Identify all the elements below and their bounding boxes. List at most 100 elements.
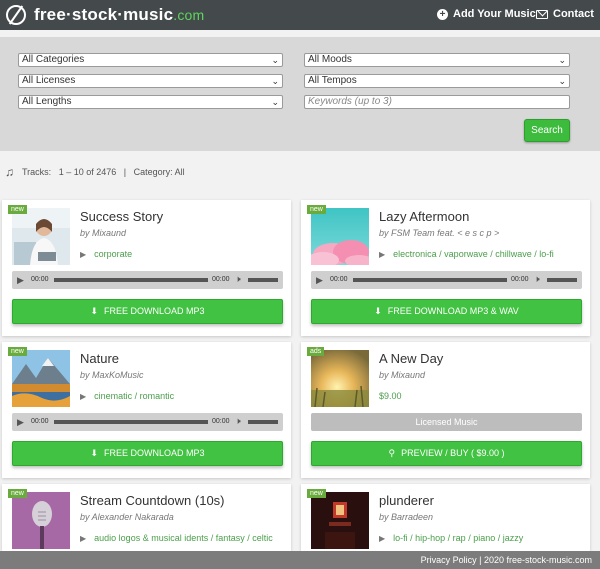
track-thumbnail[interactable] xyxy=(311,208,369,265)
volume-icon[interactable]: 🕨 xyxy=(534,274,540,285)
ads-badge: ads xyxy=(307,347,325,356)
track-artist[interactable]: by Alexander Nakarada xyxy=(80,512,174,522)
play-icon[interactable]: ▶ xyxy=(316,275,323,286)
logo-text: free·stock·music xyxy=(34,5,174,24)
preview-buy-button[interactable]: ⚲ PREVIEW / BUY ( $9.00 ) xyxy=(311,441,582,466)
separator: | xyxy=(123,167,127,177)
track-title[interactable]: A New Day xyxy=(379,351,443,366)
licenses-select-value: All Licenses xyxy=(22,75,76,86)
current-time: 00:00 xyxy=(31,276,49,283)
track-artist[interactable]: by Mixaund xyxy=(80,228,126,238)
track-card: new Success Story by Mixaund ▶ corporate… xyxy=(2,200,291,336)
caret-right-icon: ▶ xyxy=(379,533,386,543)
moods-select-value: All Moods xyxy=(308,54,352,65)
volume-icon[interactable]: 🕨 xyxy=(235,416,241,427)
track-thumbnail[interactable] xyxy=(12,350,70,407)
free-download-button[interactable]: ⬇ FREE DOWNLOAD MP3 xyxy=(12,441,283,466)
track-tags-text[interactable]: corporate xyxy=(94,249,132,259)
footer: Privacy Policy | 2020 free-stock-music.c… xyxy=(0,551,600,569)
volume-slider[interactable] xyxy=(248,420,278,424)
track-info: ♫ Tracks: 1 – 10 of 2476 | Category: All xyxy=(5,165,185,179)
duration: 00:00 xyxy=(511,276,529,283)
free-download-button[interactable]: ⬇ FREE DOWNLOAD MP3 xyxy=(12,299,283,324)
track-tags: ▶ electronica / vaporwave / chillwave / … xyxy=(379,249,554,259)
envelope-icon xyxy=(536,9,548,19)
duration: 00:00 xyxy=(212,276,230,283)
track-card: new plunderer by Barradeen ▶ lo-fi / hip… xyxy=(301,484,590,551)
track-title[interactable]: plunderer xyxy=(379,493,434,508)
download-icon: ⬇ xyxy=(90,306,99,316)
contact-link[interactable]: Contact xyxy=(536,8,594,20)
tempos-select[interactable]: All Tempos ⌄ xyxy=(304,74,570,88)
progress-bar[interactable] xyxy=(54,420,208,424)
volume-slider[interactable] xyxy=(547,278,577,282)
track-thumbnail[interactable] xyxy=(311,350,369,407)
new-badge: new xyxy=(307,489,326,498)
track-artist[interactable]: by Mixaund xyxy=(379,370,425,380)
chevron-down-icon: ⌄ xyxy=(271,55,279,65)
duration: 00:00 xyxy=(212,418,230,425)
download-icon: ⬇ xyxy=(374,306,382,316)
search-icon: ⚲ xyxy=(388,448,396,458)
lengths-select[interactable]: All Lengths ⌄ xyxy=(18,95,283,109)
free-download-button[interactable]: ⬇ FREE DOWNLOAD MP3 & WAV xyxy=(311,299,582,324)
play-icon[interactable]: ▶ xyxy=(17,417,24,428)
track-title[interactable]: Lazy Aftermoon xyxy=(379,209,469,224)
track-thumbnail[interactable] xyxy=(12,208,70,265)
caret-right-icon: ▶ xyxy=(80,533,87,543)
categories-select-value: All Categories xyxy=(22,54,85,65)
track-tags: ▶ lo-fi / hip-hop / rap / piano / jazzy xyxy=(379,533,523,543)
site-logo[interactable]: free·stock·music.com xyxy=(6,4,204,26)
logo-mark-icon xyxy=(6,5,26,25)
lengths-select-value: All Lengths xyxy=(22,96,72,107)
categories-select[interactable]: All Categories ⌄ xyxy=(18,53,283,67)
logo-tld: .com xyxy=(173,7,205,23)
footer-text[interactable]: Privacy Policy | 2020 free-stock-music.c… xyxy=(421,555,592,565)
audio-player[interactable]: ▶ 00:00 00:00 🕨 xyxy=(12,271,283,289)
track-tags-text[interactable]: audio logos & musical idents / fantasy /… xyxy=(94,533,273,543)
track-title[interactable]: Stream Countdown (10s) xyxy=(80,493,225,508)
free-download-label: FREE DOWNLOAD MP3 & WAV xyxy=(387,306,519,316)
tempos-select-value: All Tempos xyxy=(308,75,357,86)
track-artist[interactable]: by Barradeen xyxy=(379,512,433,522)
current-time: 00:00 xyxy=(31,418,49,425)
chevron-down-icon: ⌄ xyxy=(271,97,279,107)
track-artist[interactable]: by FSM Team feat. < e s c p > xyxy=(379,228,499,238)
current-time: 00:00 xyxy=(330,276,348,283)
track-tags-text[interactable]: electronica / vaporwave / chillwave / lo… xyxy=(393,249,554,259)
audio-player[interactable]: ▶ 00:00 00:00 🕨 xyxy=(12,413,283,431)
track-tags-text[interactable]: lo-fi / hip-hop / rap / piano / jazzy xyxy=(393,533,523,543)
track-thumbnail[interactable] xyxy=(311,492,369,549)
volume-slider[interactable] xyxy=(248,278,278,282)
track-tags-text[interactable]: cinematic / romantic xyxy=(94,391,174,401)
track-title[interactable]: Success Story xyxy=(80,209,163,224)
add-your-music-label: Add Your Music xyxy=(453,8,536,20)
licenses-select[interactable]: All Licenses ⌄ xyxy=(18,74,283,88)
track-tags: ▶ corporate xyxy=(80,249,132,259)
caret-right-icon: ▶ xyxy=(379,249,386,259)
free-download-label: FREE DOWNLOAD MP3 xyxy=(104,306,205,316)
chevron-down-icon: ⌄ xyxy=(558,76,566,86)
add-your-music-link[interactable]: + Add Your Music xyxy=(437,8,536,20)
preview-buy-label: PREVIEW / BUY ( $9.00 ) xyxy=(401,448,505,458)
track-artist[interactable]: by MaxKoMusic xyxy=(80,370,144,380)
track-card: ads A New Day by Mixaund $9.00 Licensed … xyxy=(301,342,590,478)
filter-panel: All Categories ⌄ All Moods ⌄ All License… xyxy=(0,37,600,151)
licensed-music-label: Licensed Music xyxy=(311,413,582,431)
new-badge: new xyxy=(8,347,27,356)
progress-bar[interactable] xyxy=(54,278,208,282)
audio-player[interactable]: ▶ 00:00 00:00 🕨 xyxy=(311,271,582,289)
new-badge: new xyxy=(8,205,27,214)
play-icon[interactable]: ▶ xyxy=(17,275,24,286)
contact-label: Contact xyxy=(553,8,594,20)
chevron-down-icon: ⌄ xyxy=(271,76,279,86)
track-title[interactable]: Nature xyxy=(80,351,119,366)
track-card: new Stream Countdown (10s) by Alexander … xyxy=(2,484,291,551)
keywords-input[interactable]: Keywords (up to 3) xyxy=(304,95,570,109)
caret-right-icon: ▶ xyxy=(80,391,87,401)
progress-bar[interactable] xyxy=(353,278,507,282)
moods-select[interactable]: All Moods ⌄ xyxy=(304,53,570,67)
search-button[interactable]: Search xyxy=(524,119,570,142)
volume-icon[interactable]: 🕨 xyxy=(235,274,241,285)
track-thumbnail[interactable] xyxy=(12,492,70,549)
